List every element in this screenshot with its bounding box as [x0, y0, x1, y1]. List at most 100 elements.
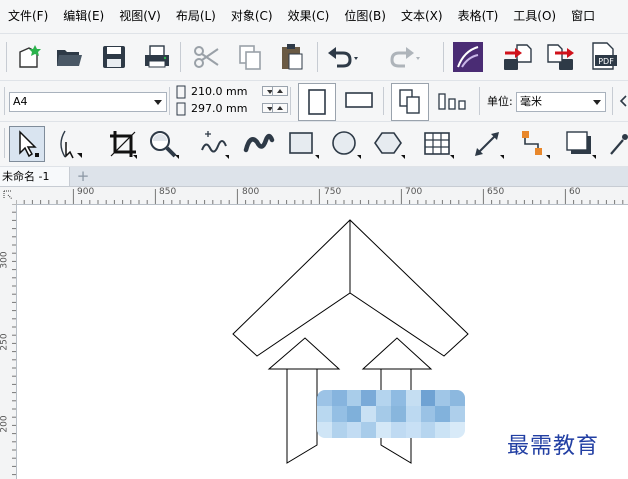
redo-icon [390, 47, 420, 68]
undo-icon [328, 47, 358, 68]
publish-to-pdf-button[interactable]: PDF [589, 40, 623, 74]
all-pages-button[interactable] [391, 83, 429, 121]
ellipse-tool-button[interactable] [328, 127, 362, 161]
mosaic-tile [317, 390, 332, 406]
landscape-button[interactable] [340, 83, 378, 117]
menu-edit[interactable]: 编辑(E) [55, 0, 111, 33]
eyedropper-icon [610, 134, 628, 155]
menu-effects[interactable]: 效果(C) [280, 0, 337, 33]
polygon-tool-icon [374, 132, 405, 159]
portrait-button[interactable] [298, 83, 336, 121]
add-tab-button[interactable]: + [75, 167, 91, 186]
crop-tool-icon [110, 131, 137, 159]
page-size-dropdown[interactable]: A4 [9, 92, 167, 112]
page-width-field[interactable]: 210.0 mm [191, 84, 247, 100]
cut-button[interactable] [189, 40, 223, 74]
polygon-tool-button[interactable] [372, 127, 406, 161]
toolbar-separator [169, 87, 170, 115]
mosaic-tile [435, 422, 451, 438]
export-button[interactable] [544, 40, 578, 74]
mosaic-tile [391, 422, 406, 438]
nudge-icon[interactable] [618, 95, 628, 107]
menu-view[interactable]: 视图(V) [111, 0, 168, 33]
paste-button[interactable] [275, 40, 309, 74]
horizontal-ruler[interactable]: 900 850 800 750 700 650 60 [16, 187, 628, 205]
menu-text[interactable]: 文本(X) [393, 0, 450, 33]
copy-icon [239, 45, 261, 70]
document-tab-bar: 未命名 -1 + [0, 167, 628, 187]
copy-button[interactable] [233, 40, 267, 74]
menu-bar: 文件(F) 编辑(E) 视图(V) 布局(L) 对象(C) 效果(C) 位图(B… [0, 0, 628, 34]
ruler-origin-icon [3, 190, 13, 200]
toolbar-separator [317, 42, 318, 72]
drop-shadow-tool-icon [566, 131, 596, 159]
menu-tools[interactable]: 工具(O) [505, 0, 563, 33]
menu-object[interactable]: 对象(C) [223, 0, 280, 33]
table-tool-button[interactable] [421, 127, 455, 161]
connector-tool-button[interactable] [517, 127, 551, 161]
mosaic-tile [405, 406, 421, 422]
pixelated-overlay [317, 390, 465, 438]
drop-shadow-tool-button[interactable] [563, 127, 597, 161]
mosaic-tile [435, 390, 451, 406]
mosaic-tile [346, 390, 362, 406]
rectangle-tool-button[interactable] [286, 127, 320, 161]
units-dropdown[interactable]: 毫米 [516, 92, 606, 112]
menu-file[interactable]: 文件(F) [0, 0, 55, 33]
undo-button[interactable] [325, 40, 359, 74]
mosaic-tile [391, 390, 406, 406]
pick-tool-button[interactable] [9, 126, 45, 162]
ruler-label: 60 [569, 187, 581, 197]
mosaic-tile [450, 390, 465, 406]
ellipse-tool-icon [332, 131, 361, 159]
width-increment-button[interactable] [272, 86, 288, 96]
shape-tool-button[interactable] [52, 127, 86, 161]
mosaic-tile [420, 390, 436, 406]
print-button[interactable] [140, 40, 174, 74]
redo-button[interactable] [386, 40, 420, 74]
mosaic-tile [361, 390, 377, 406]
toolbar-separator [383, 87, 384, 115]
document-tab[interactable]: 未命名 -1 [0, 167, 70, 186]
mosaic-tile [361, 406, 377, 422]
toolbar-grip [6, 42, 7, 72]
ruler-label: 700 [405, 187, 423, 197]
dimension-tool-button[interactable] [471, 127, 505, 161]
zoom-tool-button[interactable] [146, 127, 180, 161]
artistic-media-tool-button[interactable] [242, 127, 276, 161]
open-button[interactable] [52, 40, 86, 74]
menu-table[interactable]: 表格(T) [450, 0, 506, 33]
cut-icon [194, 46, 219, 68]
new-document-button[interactable] [12, 40, 46, 74]
ruler-label: 200 [0, 415, 10, 433]
current-page-button[interactable] [434, 83, 472, 117]
toolbar-separator [290, 87, 291, 115]
crop-tool-button[interactable] [106, 127, 140, 161]
menu-layout[interactable]: 布局(L) [168, 0, 223, 33]
import-button[interactable] [500, 40, 534, 74]
standard-toolbar: PDF [0, 34, 628, 81]
menu-window[interactable]: 窗口 [563, 0, 602, 33]
mosaic-tile [317, 422, 332, 438]
freehand-tool-button[interactable] [196, 127, 230, 161]
vertical-ruler[interactable]: 300 250 200 [0, 204, 17, 479]
mosaic-tile [391, 406, 406, 422]
save-button[interactable] [97, 40, 131, 74]
ruler-label: 900 [77, 187, 95, 197]
drawing-canvas[interactable]: 最需教育 [17, 205, 628, 479]
page-height-field[interactable]: 297.0 mm [191, 101, 247, 117]
application-launcher-button[interactable] [451, 40, 485, 74]
menu-bitmaps[interactable]: 位图(B) [336, 0, 393, 33]
mosaic-tile [420, 422, 436, 438]
dimension-tool-icon [475, 132, 504, 159]
new-document-icon [19, 45, 41, 68]
property-bar: A4 210.0 mm 297.0 mm 单位: 毫米 [0, 81, 628, 122]
chevron-down-icon [593, 100, 601, 105]
ruler-origin[interactable] [0, 187, 17, 205]
zoom-tool-icon [150, 131, 179, 159]
color-eyedropper-button[interactable] [607, 127, 628, 161]
units-value: 毫米 [520, 95, 542, 108]
height-increment-button[interactable] [272, 103, 288, 113]
export-icon [547, 44, 574, 70]
mosaic-tile [361, 422, 377, 438]
